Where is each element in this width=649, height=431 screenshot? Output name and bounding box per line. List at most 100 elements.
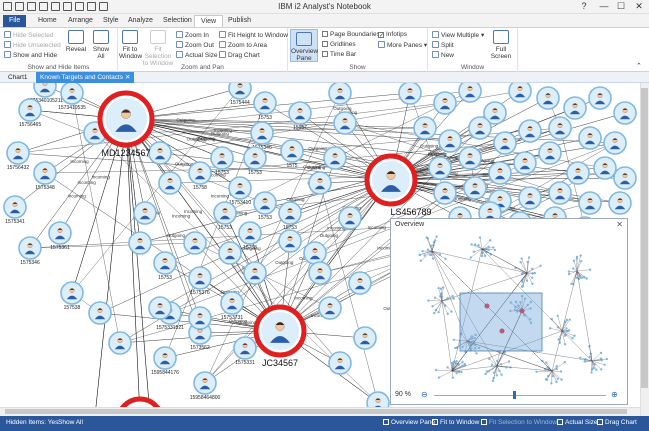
tab-view[interactable]: View xyxy=(194,15,224,27)
status-actual-size-button[interactable]: Actual Size xyxy=(557,419,598,426)
help-button[interactable]: ? xyxy=(578,1,590,11)
overview-edge xyxy=(471,244,483,250)
edge-label: Incoming xyxy=(67,194,86,199)
split-button[interactable]: Split xyxy=(432,41,454,49)
entity-node xyxy=(233,336,257,360)
maximize-button[interactable]: ☐ xyxy=(615,1,627,12)
tab-home[interactable]: Home xyxy=(32,15,63,27)
doc-tab-close-icon[interactable]: ✕ xyxy=(125,74,130,81)
overview-node xyxy=(585,277,588,280)
overview-pane[interactable]: Overview ✕ 90 % ⊖ ⊕ xyxy=(390,218,628,405)
zoom-in-icon[interactable]: ⊕ xyxy=(611,390,618,399)
gridlines-checkbox[interactable]: Gridlines xyxy=(322,41,356,48)
overview-node xyxy=(583,360,587,363)
zoom-to-area-button[interactable]: Zoom to Area xyxy=(219,41,267,49)
entity-node xyxy=(18,236,42,260)
tab-publish[interactable]: Publish xyxy=(222,15,257,27)
vertical-scroll-thumb[interactable] xyxy=(641,88,648,388)
tab-style[interactable]: Style xyxy=(97,15,125,27)
entity-node xyxy=(158,171,182,195)
hide-unselected-button[interactable]: Hide Unselected xyxy=(4,41,61,49)
doc-tab-chart1[interactable]: Chart1 xyxy=(4,72,32,83)
status-overview-pane-button[interactable]: Overview Pane xyxy=(383,419,435,426)
document-tab-bar: Chart1 Known Targets and Contacts ✕ xyxy=(0,72,649,83)
status-drag-chart-button[interactable]: Drag Chart xyxy=(597,419,637,426)
tab-selection[interactable]: Selection xyxy=(157,15,198,27)
overview-node xyxy=(590,371,593,374)
edge-label: Incoming xyxy=(78,180,97,185)
overview-node xyxy=(560,378,563,381)
overview-node xyxy=(507,360,511,363)
entity-label: 15753 xyxy=(243,245,257,251)
overview-node xyxy=(487,245,490,249)
target-node-inner xyxy=(372,161,410,199)
entity-label: 15753 xyxy=(258,215,272,221)
overview-zoom-slider[interactable] xyxy=(434,395,606,396)
target-label: MD1234567 xyxy=(101,148,150,158)
group-zoom-pan: Fit to Window Fit Selection to Window Zo… xyxy=(118,28,288,72)
reveal-button[interactable]: Reveal xyxy=(64,30,88,53)
overview-edge xyxy=(436,369,453,372)
overview-edge xyxy=(489,358,498,367)
more-panes-button[interactable]: More Panes ▾ xyxy=(378,41,427,49)
overview-node xyxy=(454,346,457,350)
infotips-checkbox[interactable]: Infotips xyxy=(378,31,407,38)
entity-label: 15756432 xyxy=(7,165,29,171)
entity-node xyxy=(148,296,172,320)
entity-node xyxy=(218,241,242,265)
page-boundaries-checkbox[interactable]: Page Boundaries xyxy=(322,31,380,38)
entity-node xyxy=(613,166,637,190)
entity-node xyxy=(228,176,252,200)
overview-map[interactable] xyxy=(392,231,628,388)
fit-selection-button[interactable]: Fit Selection to Window xyxy=(142,30,174,67)
tab-file[interactable]: File xyxy=(3,15,27,27)
edge-label: Incoming xyxy=(368,225,387,230)
ribbon: Hide Selected Hide Unselected Show and H… xyxy=(0,27,649,72)
status-show-all-link[interactable]: Show All xyxy=(58,419,83,426)
overview-node xyxy=(455,371,458,375)
actual-size-button[interactable]: Actual Size xyxy=(176,51,218,59)
edge-label: Outgoing xyxy=(167,233,186,238)
new-window-icon xyxy=(432,51,439,58)
hide-selected-label: Hide Selected xyxy=(13,32,54,39)
overview-pane-button[interactable]: Overview Pane xyxy=(290,29,318,62)
hide-selected-button[interactable]: Hide Selected xyxy=(4,31,53,39)
minimize-button[interactable]: — xyxy=(598,1,610,11)
overview-pane-icon xyxy=(383,419,389,425)
overview-close-button[interactable]: ✕ xyxy=(616,220,623,229)
overview-edge xyxy=(481,248,528,274)
new-window-button[interactable]: New xyxy=(432,51,454,59)
zoom-out-icon[interactable]: ⊖ xyxy=(421,390,428,399)
group-label-show: Show xyxy=(349,64,366,71)
horizontal-scroll-thumb[interactable] xyxy=(5,409,627,414)
overview-node xyxy=(446,366,449,369)
show-all-button[interactable]: Show All xyxy=(90,30,112,60)
entity-node xyxy=(458,146,482,170)
close-button[interactable]: ✕ xyxy=(633,1,645,12)
zoom-out-button[interactable]: Zoom Out xyxy=(176,41,214,49)
group-label-window: Window xyxy=(460,64,485,71)
fit-selection-icon xyxy=(481,419,487,425)
fit-height-button[interactable]: Fit Height to Window xyxy=(219,31,288,39)
zoom-in-button[interactable]: Zoom In xyxy=(176,31,209,39)
overview-node xyxy=(563,343,567,346)
view-multiple-button[interactable]: View Multiple ▾ xyxy=(432,31,484,39)
status-fit-to-window-button[interactable]: Fit to Window xyxy=(432,419,479,426)
time-bar-checkbox[interactable]: Time Bar xyxy=(322,51,356,58)
tab-analyze[interactable]: Analyze xyxy=(122,15,159,27)
entity-label: 15753 xyxy=(215,170,229,176)
doc-tab-known-targets[interactable]: Known Targets and Contacts ✕ xyxy=(36,72,135,83)
fit-to-window-button[interactable]: Fit to Window xyxy=(119,30,142,60)
entity-node xyxy=(278,201,302,225)
fit-to-window-icon xyxy=(432,419,438,425)
collapse-ribbon-icon[interactable]: ⌃ xyxy=(636,62,642,70)
overview-node xyxy=(575,276,579,280)
drag-chart-button[interactable]: Drag Chart xyxy=(219,51,260,59)
show-and-hide-button[interactable]: Show and Hide xyxy=(4,51,57,59)
overview-zoom-thumb[interactable] xyxy=(513,391,516,399)
full-screen-button[interactable]: Full Screen xyxy=(488,30,514,60)
reveal-label: Reveal xyxy=(65,46,87,53)
tab-arrange[interactable]: Arrange xyxy=(62,15,99,27)
status-fit-selection-button[interactable]: Fit Selection to Window xyxy=(481,419,557,426)
overview-node xyxy=(491,379,495,383)
